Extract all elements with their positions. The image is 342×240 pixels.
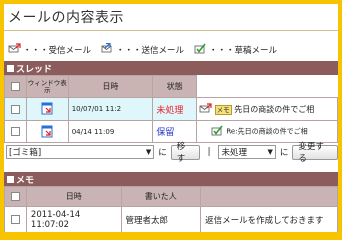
received-mail-icon: [199, 102, 212, 116]
select-all-checkbox[interactable]: [10, 82, 20, 91]
move-button[interactable]: 移す: [170, 142, 200, 164]
legend-received: ・・・受信メール: [8, 43, 91, 57]
memo-tag: メモ: [214, 105, 232, 115]
change-button[interactable]: 変更する: [292, 142, 338, 164]
row-subject[interactable]: Re:先日の商談の件でご相: [226, 128, 307, 136]
table-row[interactable]: 10/07/01 11:2 未処理 メモ 先日の商談の件でご相: [4, 97, 338, 121]
thread-section-header: スレッド: [4, 61, 338, 75]
row-checkbox[interactable]: [10, 104, 20, 114]
section-marker-icon: [7, 64, 14, 72]
open-window-icon[interactable]: [40, 101, 54, 117]
received-mail-icon: [8, 43, 21, 57]
memo-section-header: メモ: [4, 172, 338, 186]
page-title: メールの内容表示: [8, 10, 124, 26]
column-author: 書いた人: [120, 186, 202, 207]
sent-mail-icon: [101, 42, 114, 57]
chevron-down-icon: ▼: [145, 148, 152, 156]
row-subject[interactable]: 先日の商談の件でご相: [234, 105, 314, 114]
table-row[interactable]: 2011-04-14 11:07:02 管理者太郎 返信メールを作成しておきます: [4, 206, 338, 232]
chevron-down-icon: ▼: [267, 148, 273, 156]
row-datetime: 04/14 11:09: [67, 120, 154, 143]
status-select[interactable]: 未処理 ▼: [218, 145, 276, 159]
legend-draft: ・・・草稿メール: [194, 43, 277, 57]
column-status: 状態: [152, 75, 198, 98]
mail-detail-page: メールの内容表示 ・・・受信メール ・・・送信メール ・・・草稿メール スレッド…: [4, 4, 338, 232]
memo-content: 返信メールを作成しておきます: [200, 206, 338, 232]
row-status[interactable]: 未処理: [152, 97, 198, 121]
column-datetime: 日時: [67, 75, 154, 98]
draft-mail-icon: [211, 125, 224, 138]
memo-table: 日時 書いた人 2011-04-14 11:07:02 管理者太郎 返信メールを…: [4, 186, 338, 232]
memo-author: 管理者太郎: [120, 206, 202, 232]
thread-table-header: ウィンドウ表示 日時 状態: [4, 75, 338, 98]
memo-datetime: 2011-04-14 11:07:02: [25, 206, 122, 232]
memo-table-header: 日時 書いた人: [4, 186, 338, 207]
thread-table: ウィンドウ表示 日時 状態 10/07/01 11:2 未処理 メモ 先日の商談…: [4, 75, 338, 143]
action-bar: [ゴミ箱] ▼ に 移す | 未処理 ▼ に 変更する: [4, 142, 338, 164]
table-row[interactable]: 04/14 11:09 保留 Re:先日の商談の件でご相: [4, 120, 338, 143]
section-marker-icon: [7, 175, 14, 183]
title-divider: [4, 30, 338, 31]
row-datetime: 10/07/01 11:2: [67, 97, 154, 121]
legend-sent: ・・・送信メール: [101, 42, 184, 57]
folder-select[interactable]: [ゴミ箱] ▼: [6, 145, 155, 159]
mail-type-legend: ・・・受信メール ・・・送信メール ・・・草稿メール: [8, 42, 277, 57]
select-all-cell: [4, 75, 27, 98]
column-window-display: ウィンドウ表示: [25, 75, 69, 98]
column-subject: [196, 75, 338, 98]
column-datetime: 日時: [25, 186, 122, 207]
draft-mail-icon: [194, 43, 207, 57]
row-checkbox[interactable]: [10, 215, 20, 224]
column-content: [200, 186, 338, 207]
select-all-checkbox[interactable]: [10, 192, 20, 201]
row-checkbox[interactable]: [10, 127, 20, 136]
open-window-icon[interactable]: [40, 124, 54, 140]
